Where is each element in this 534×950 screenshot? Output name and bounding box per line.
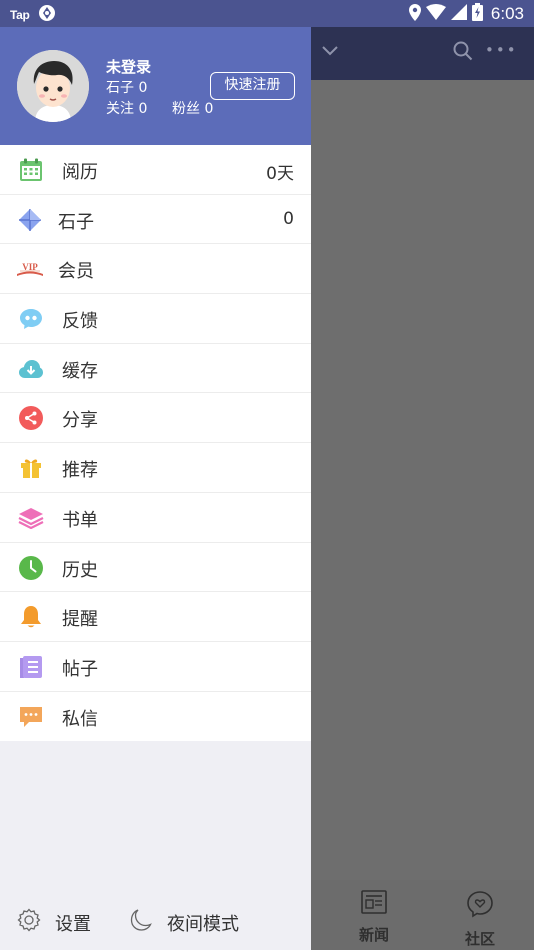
cloud-download-icon bbox=[18, 357, 44, 381]
menu-item-label: 提醒 bbox=[62, 609, 98, 631]
menu-item-cache[interactable]: 缓存 bbox=[0, 344, 311, 394]
menu-item-label: 推荐 bbox=[62, 460, 98, 482]
menu-item-experience[interactable]: 阅历 0天 bbox=[0, 145, 311, 195]
tab-community-label: 社区 bbox=[464, 930, 495, 948]
clock-icon bbox=[18, 555, 44, 580]
moon-icon bbox=[129, 908, 153, 937]
tab-news[interactable]: 新闻 bbox=[339, 890, 409, 945]
menu-item-label: 历史 bbox=[62, 559, 98, 581]
menu-item-label: 会员 bbox=[58, 261, 94, 283]
news-icon bbox=[361, 890, 387, 918]
menu-item-reminder[interactable]: 提醒 bbox=[0, 592, 311, 642]
menu-item-label: 帖子 bbox=[62, 658, 98, 680]
posts-icon bbox=[18, 655, 44, 679]
menu-item-share[interactable]: 分享 bbox=[0, 393, 311, 444]
menu-item-stones[interactable]: 石子 0 bbox=[0, 195, 311, 245]
search-icon[interactable] bbox=[453, 41, 473, 65]
settings-button[interactable]: 设置 bbox=[17, 908, 91, 937]
share-icon bbox=[18, 406, 44, 431]
menu-item-posts[interactable]: 帖子 bbox=[0, 642, 311, 692]
menu-item-private-message[interactable]: 私信 bbox=[0, 692, 311, 742]
tab-news-label: 新闻 bbox=[358, 926, 389, 944]
menu-item-label: 阅历 bbox=[62, 162, 98, 183]
profile-header: 未登录 石子 0 关注 0 粉丝 0 快速注册 bbox=[0, 27, 311, 145]
menu-item-feedback[interactable]: 反馈 bbox=[0, 294, 311, 344]
following-count[interactable]: 关注 0 bbox=[106, 98, 147, 118]
location-icon bbox=[408, 3, 421, 25]
menu-item-recommend[interactable]: 推荐 bbox=[0, 443, 311, 493]
diamond-icon bbox=[17, 208, 43, 232]
menu-item-booklist[interactable]: 书单 bbox=[0, 493, 311, 543]
gift-icon bbox=[18, 456, 44, 480]
chat-bubble-icon bbox=[18, 307, 44, 331]
layers-icon bbox=[18, 506, 44, 530]
menu-item-label: 私信 bbox=[62, 708, 98, 730]
stones-value: 0 bbox=[283, 208, 294, 229]
avatar[interactable] bbox=[17, 50, 89, 122]
night-mode-button[interactable]: 夜间模式 bbox=[129, 908, 239, 937]
more-icon[interactable]: ••• bbox=[485, 41, 518, 59]
message-icon bbox=[18, 705, 44, 729]
quick-register-button[interactable]: 快速注册 bbox=[210, 72, 295, 100]
username[interactable]: 未登录 bbox=[106, 56, 151, 77]
drawer-menu: 阅历 0天 石子 0 VIP 会员 反馈 缓存 分享 推荐 书单 历史 提醒 帖… bbox=[0, 145, 311, 742]
wifi-icon bbox=[425, 4, 446, 24]
experience-days: 0天 bbox=[266, 164, 294, 184]
bell-icon bbox=[18, 605, 44, 629]
background-bottom-nav: 新闻 社区 bbox=[311, 880, 534, 950]
signal-icon bbox=[450, 4, 467, 24]
gear-icon bbox=[17, 908, 41, 937]
menu-item-history[interactable]: 历史 bbox=[0, 543, 311, 593]
community-icon bbox=[466, 891, 494, 922]
fans-count[interactable]: 粉丝 0 bbox=[172, 98, 213, 118]
background-app-header: ••• bbox=[311, 27, 534, 80]
menu-item-label: 石子 bbox=[58, 211, 94, 233]
clock-time: 6:03 bbox=[490, 4, 524, 23]
menu-item-label: 分享 bbox=[62, 410, 98, 432]
menu-item-label: 缓存 bbox=[62, 360, 98, 382]
night-mode-label: 夜间模式 bbox=[167, 913, 239, 935]
background-app-content bbox=[311, 80, 534, 880]
tap-app-icon: Tap bbox=[10, 8, 30, 22]
menu-item-label: 反馈 bbox=[62, 311, 98, 333]
menu-item-vip[interactable]: VIP 会员 bbox=[0, 244, 311, 295]
sync-icon bbox=[38, 4, 56, 26]
vip-icon: VIP bbox=[16, 257, 44, 281]
settings-label: 设置 bbox=[55, 913, 91, 935]
battery-icon bbox=[471, 3, 483, 25]
svg-text:VIP: VIP bbox=[22, 262, 38, 272]
chevron-down-icon[interactable] bbox=[321, 42, 339, 61]
drawer-footer: 设置 夜间模式 bbox=[0, 891, 311, 950]
navigation-drawer: 未登录 石子 0 关注 0 粉丝 0 快速注册 阅历 0天 石子 0 VIP 会… bbox=[0, 27, 311, 950]
status-bar: Tap 6:03 bbox=[0, 0, 534, 27]
calendar-icon bbox=[18, 158, 44, 182]
stone-count: 石子 0 bbox=[106, 80, 148, 96]
tab-community[interactable]: 社区 bbox=[445, 890, 515, 949]
menu-item-label: 书单 bbox=[62, 509, 98, 531]
